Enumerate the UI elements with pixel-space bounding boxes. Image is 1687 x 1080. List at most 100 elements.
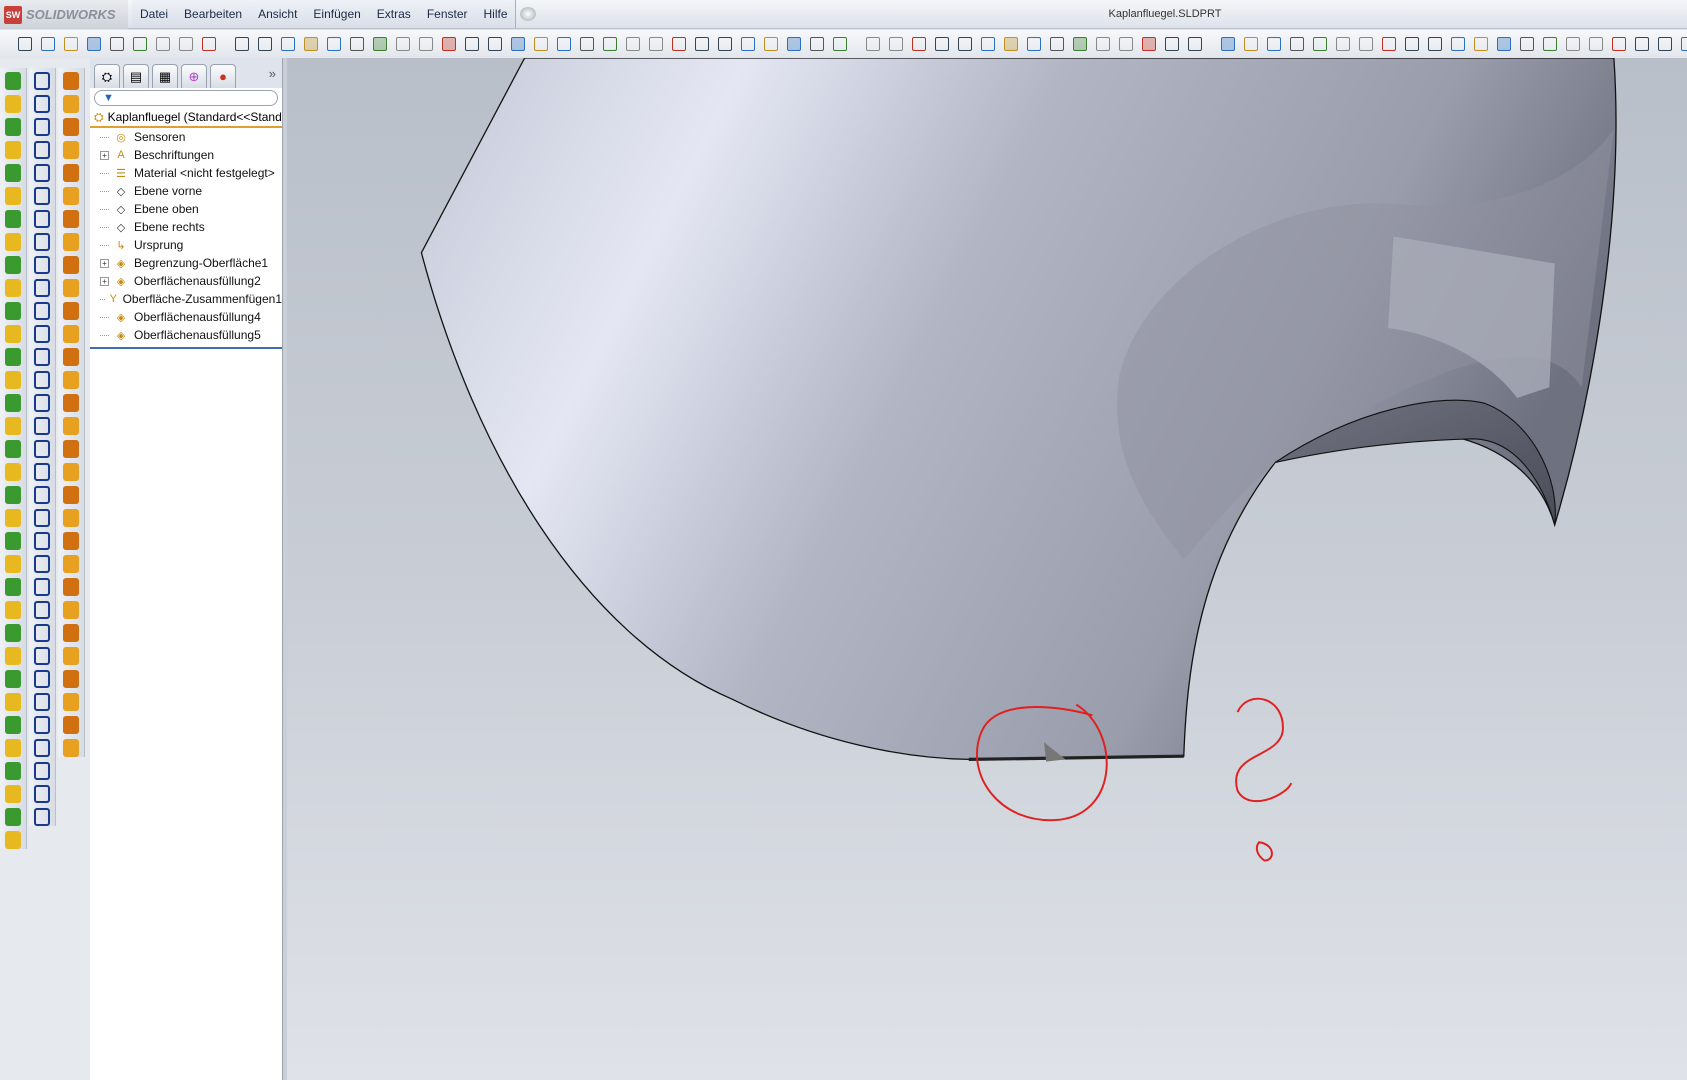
tree-item[interactable]: ◎ Sensoren (90, 128, 282, 146)
toolbar-button-icon[interactable] (576, 34, 597, 55)
command-icon[interactable] (5, 348, 21, 366)
command-icon[interactable] (5, 509, 21, 527)
tab-property-manager[interactable]: ▤ (123, 64, 149, 88)
command-icon[interactable] (34, 141, 50, 159)
command-icon[interactable] (34, 440, 50, 458)
tab-configuration-manager[interactable]: ▦ (152, 64, 178, 88)
toolbar-button-icon[interactable] (1493, 34, 1514, 55)
tree-item[interactable]: ◇ Ebene oben (90, 200, 282, 218)
toolbar-button-icon[interactable] (1309, 34, 1330, 55)
menu-fenster[interactable]: Fenster (419, 7, 476, 21)
command-icon[interactable] (5, 808, 21, 826)
toolbar-button-icon[interactable] (175, 34, 196, 55)
command-icon[interactable] (34, 394, 50, 412)
toolbar-button-icon[interactable] (1355, 34, 1376, 55)
command-icon[interactable] (34, 233, 50, 251)
command-icon[interactable] (63, 371, 79, 389)
command-icon[interactable] (34, 509, 50, 527)
command-icon[interactable] (63, 463, 79, 481)
toolbar-button-icon[interactable] (1539, 34, 1560, 55)
command-icon[interactable] (34, 256, 50, 274)
toolbar-button-icon[interactable] (438, 34, 459, 55)
command-icon[interactable] (63, 486, 79, 504)
toolbar-button-icon[interactable] (83, 34, 104, 55)
menu-bearbeiten[interactable]: Bearbeiten (176, 7, 250, 21)
command-icon[interactable] (5, 118, 21, 136)
toolbar-button-icon[interactable] (1424, 34, 1445, 55)
command-icon[interactable] (5, 463, 21, 481)
command-icon[interactable] (63, 164, 79, 182)
toolbar-button-icon[interactable] (862, 34, 883, 55)
command-icon[interactable] (63, 187, 79, 205)
command-icon[interactable] (5, 187, 21, 205)
command-icon[interactable] (34, 95, 50, 113)
command-icon[interactable] (63, 118, 79, 136)
command-icon[interactable] (34, 486, 50, 504)
command-icon[interactable] (34, 164, 50, 182)
toolbar-button-icon[interactable] (737, 34, 758, 55)
tree-item[interactable]: ◈ Oberflächenausfüllung5 (90, 326, 282, 344)
toolbar-button-icon[interactable] (152, 34, 173, 55)
command-icon[interactable] (34, 624, 50, 642)
command-icon[interactable] (34, 417, 50, 435)
toolbar-button-icon[interactable] (1240, 34, 1261, 55)
command-icon[interactable] (34, 348, 50, 366)
toolbar-button-icon[interactable] (622, 34, 643, 55)
command-icon[interactable] (5, 624, 21, 642)
command-icon[interactable] (63, 440, 79, 458)
menu-hilfe[interactable]: Hilfe (476, 7, 516, 21)
tab-display-manager[interactable]: ● (210, 64, 236, 88)
toolbar-button-icon[interactable] (37, 34, 58, 55)
toolbar-button-icon[interactable] (1286, 34, 1307, 55)
command-icon[interactable] (63, 555, 79, 573)
tab-feature-manager[interactable]: ⛭ (94, 64, 120, 88)
command-icon[interactable] (34, 279, 50, 297)
toolbar-button-icon[interactable] (1092, 34, 1113, 55)
command-icon[interactable] (5, 371, 21, 389)
toolbar-button-icon[interactable] (829, 34, 850, 55)
command-icon[interactable] (34, 555, 50, 573)
command-icon[interactable] (34, 601, 50, 619)
command-icon[interactable] (5, 670, 21, 688)
command-icon[interactable] (63, 72, 79, 90)
menu-extras[interactable]: Extras (369, 7, 419, 21)
command-icon[interactable] (63, 647, 79, 665)
toolbar-button-icon[interactable] (1069, 34, 1090, 55)
command-icon[interactable] (34, 670, 50, 688)
command-icon[interactable] (5, 210, 21, 228)
command-icon[interactable] (5, 302, 21, 320)
command-icon[interactable] (34, 325, 50, 343)
command-icon[interactable] (5, 325, 21, 343)
command-icon[interactable] (63, 601, 79, 619)
command-icon[interactable] (5, 233, 21, 251)
toolbar-button-icon[interactable] (977, 34, 998, 55)
toolbar-button-icon[interactable] (1677, 34, 1687, 55)
command-icon[interactable] (5, 141, 21, 159)
tree-root-part[interactable]: ⛭ Kaplanfluegel (Standard<<Standard> (90, 108, 282, 128)
command-icon[interactable] (63, 739, 79, 757)
command-icon[interactable] (34, 762, 50, 780)
command-icon[interactable] (63, 509, 79, 527)
toolbar-button-icon[interactable] (14, 34, 35, 55)
tree-item[interactable]: ◇ Ebene rechts (90, 218, 282, 236)
command-icon[interactable] (63, 210, 79, 228)
command-icon[interactable] (34, 532, 50, 550)
command-icon[interactable] (34, 72, 50, 90)
toolbar-button-icon[interactable] (806, 34, 827, 55)
tree-item[interactable]: ↳ Ursprung (90, 236, 282, 254)
toolbar-button-icon[interactable] (1562, 34, 1583, 55)
expand-toggle[interactable]: + (100, 258, 109, 268)
command-icon[interactable] (63, 417, 79, 435)
toolbar-button-icon[interactable] (254, 34, 275, 55)
command-icon[interactable] (34, 371, 50, 389)
tree-item[interactable]: + ◈ Oberflächenausfüllung2 (90, 272, 282, 290)
toolbar-button-icon[interactable] (1046, 34, 1067, 55)
toolbar-button-icon[interactable] (60, 34, 81, 55)
toolbar-button-icon[interactable] (484, 34, 505, 55)
solidworks-logo[interactable]: SW SOLIDWORKS (0, 0, 128, 29)
tab-dimxpert[interactable]: ⊕ (181, 64, 207, 88)
command-icon[interactable] (34, 118, 50, 136)
command-icon[interactable] (5, 716, 21, 734)
toolbar-button-icon[interactable] (231, 34, 252, 55)
menu-ansicht[interactable]: Ansicht (250, 7, 305, 21)
